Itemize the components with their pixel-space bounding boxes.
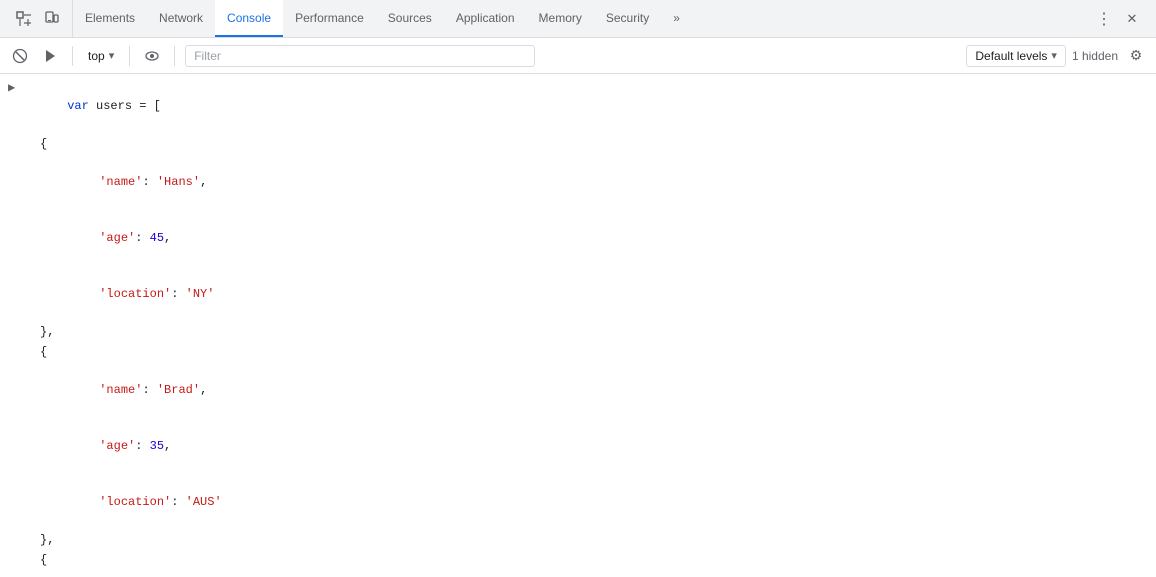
tab-memory[interactable]: Memory [527,0,594,37]
chevron-down-icon: ▾ [109,49,115,62]
code-line-11: }, [40,531,54,549]
console-line-6: }, [0,322,1156,342]
tab-more[interactable]: » [661,0,692,37]
no-arrow-4 [40,211,56,229]
no-arrow-10 [40,475,56,493]
devtools-icon-group [4,0,73,37]
no-arrow-7 [24,343,40,361]
more-options-button[interactable]: ⋮ [1092,7,1116,31]
hidden-count-badge: 1 hidden [1072,49,1118,63]
toggle-play-button[interactable] [38,44,62,68]
device-toggle-button[interactable] [40,7,64,31]
console-line-4: 'age': 45, [0,210,1156,266]
code-line-9: 'age': 35, [56,419,171,473]
no-arrow-5 [40,267,56,285]
tab-elements[interactable]: Elements [73,0,147,37]
console-line-13: 'name': 'Bill', [0,570,1156,577]
default-levels-label: Default levels [975,49,1047,63]
no-arrow-8 [40,363,56,381]
toolbar-divider-3 [174,46,175,66]
code-line-10: 'location': 'AUS' [56,475,222,529]
code-line-5: 'location': 'NY' [56,267,214,321]
filter-input[interactable] [194,49,526,63]
chevron-down-icon-levels: ▾ [1051,49,1057,62]
code-line-3: 'name': 'Hans', [56,155,207,209]
inspect-icon-button[interactable] [12,7,36,31]
code-line-6: }, [40,323,54,341]
eye-button[interactable] [140,44,164,68]
console-line-2: { [0,134,1156,154]
tab-performance[interactable]: Performance [283,0,376,37]
console-toolbar: top ▾ Default levels ▾ 1 hidden ⚙ [0,38,1156,74]
console-output-area: ▶ var users = [ { 'name': 'Hans', 'age':… [0,74,1156,577]
console-line-8: 'name': 'Brad', [0,362,1156,418]
no-arrow-2 [24,135,40,153]
tab-security[interactable]: Security [594,0,661,37]
close-devtools-button[interactable]: ✕ [1120,7,1144,31]
tab-application[interactable]: Application [444,0,527,37]
tab-network[interactable]: Network [147,0,215,37]
context-selector[interactable]: top ▾ [83,46,119,66]
console-line-12: { [0,550,1156,570]
tab-console[interactable]: Console [215,0,283,37]
console-line-10: 'location': 'AUS' [0,474,1156,530]
code-line-8: 'name': 'Brad', [56,363,207,417]
code-line-12: { [40,551,47,569]
tab-bar-right-controls: ⋮ ✕ [1084,7,1152,31]
toolbar-divider-2 [129,46,130,66]
more-vert-icon: ⋮ [1096,9,1112,29]
console-line-3: 'name': 'Hans', [0,154,1156,210]
console-line-7: { [0,342,1156,362]
tab-bar: Elements Network Console Performance Sou… [0,0,1156,38]
console-line-1: ▶ var users = [ [0,78,1156,134]
code-line-2: { [40,135,47,153]
main-tabs: Elements Network Console Performance Sou… [73,0,1084,37]
console-line-11: }, [0,530,1156,550]
code-line-13: 'name': 'Bill', [56,571,207,577]
context-value: top [88,49,105,63]
code-line-1: var users = [ [24,79,161,133]
no-arrow-12 [24,551,40,569]
no-arrow-11 [24,531,40,549]
console-line-5: 'location': 'NY' [0,266,1156,322]
default-levels-button[interactable]: Default levels ▾ [966,45,1066,67]
console-settings-button[interactable]: ⚙ [1124,44,1148,68]
toolbar-divider-1 [72,46,73,66]
filter-input-wrapper [185,45,535,67]
tab-sources[interactable]: Sources [376,0,444,37]
no-arrow-13 [40,571,56,577]
no-arrow-9 [40,419,56,437]
code-line-7: { [40,343,47,361]
clear-console-button[interactable] [8,44,32,68]
no-arrow-3 [40,155,56,173]
close-icon: ✕ [1127,11,1138,27]
console-line-9: 'age': 35, [0,418,1156,474]
settings-gear-icon: ⚙ [1130,47,1143,64]
no-arrow-6 [24,323,40,341]
expand-arrow-users[interactable]: ▶ [8,79,24,97]
code-line-4: 'age': 45, [56,211,171,265]
